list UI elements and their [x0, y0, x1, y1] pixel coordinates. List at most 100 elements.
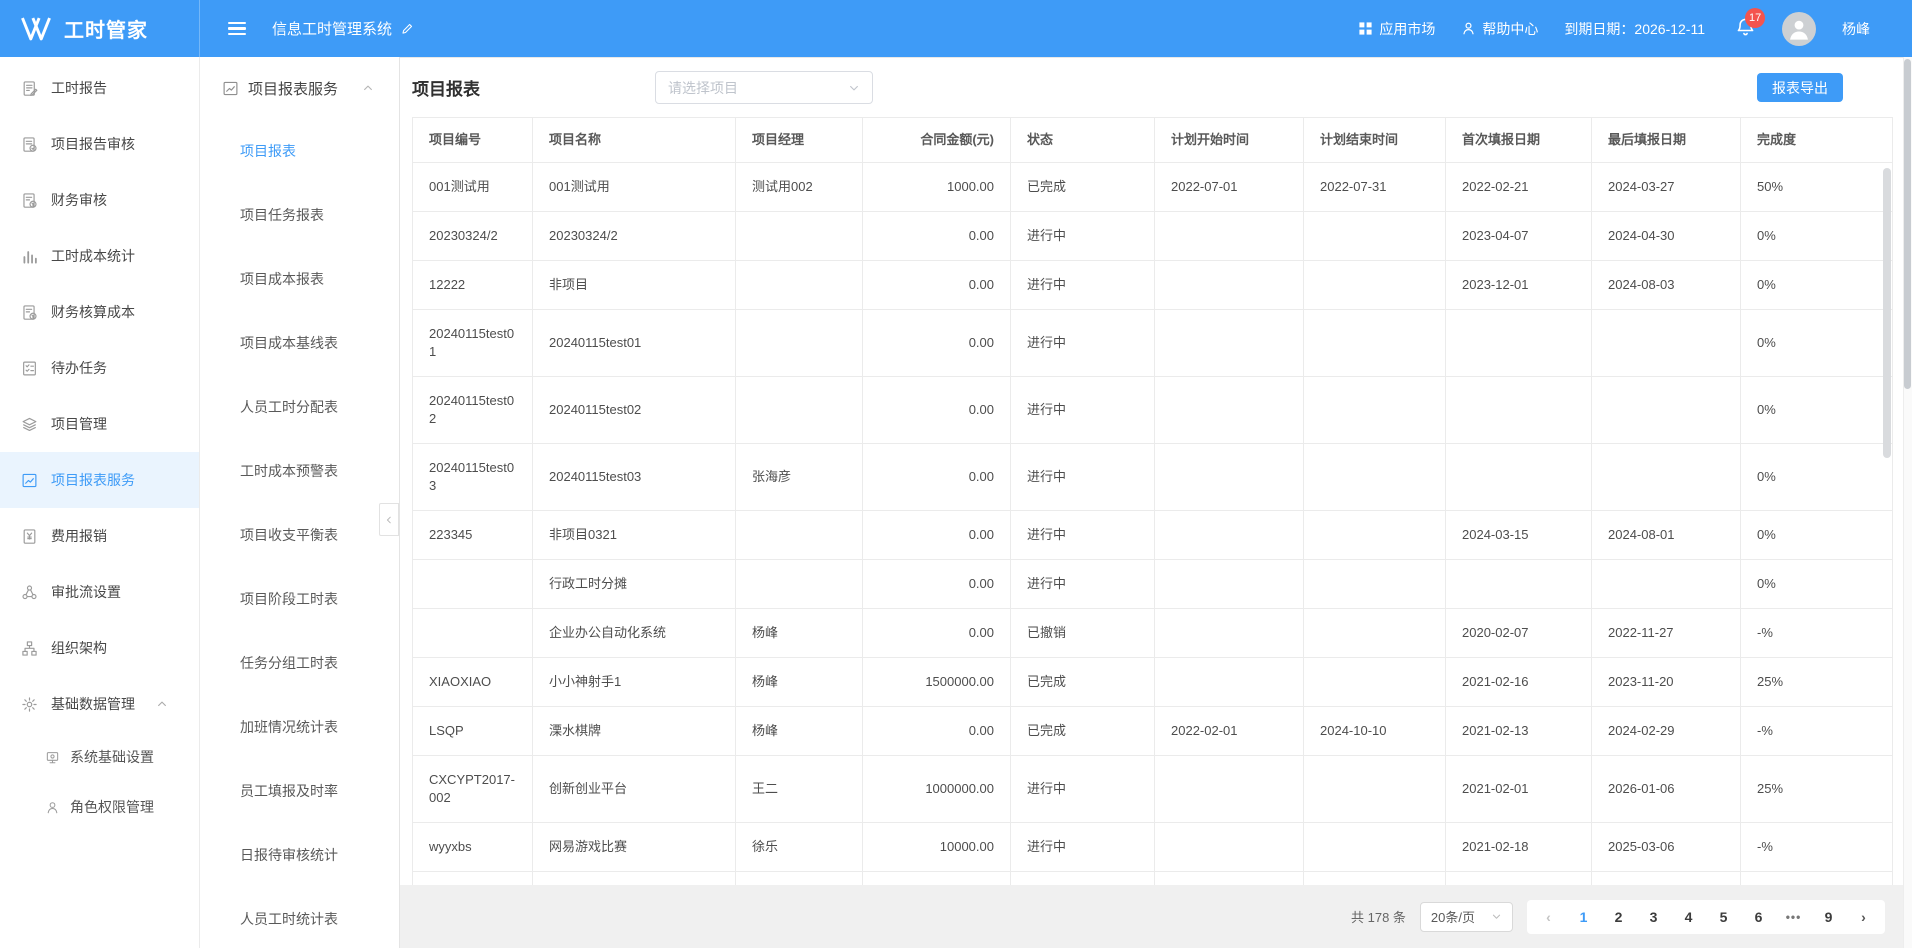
table-cell — [1304, 444, 1446, 511]
submenu-item[interactable]: 项目任务报表 — [200, 183, 399, 247]
table-row[interactable] — [413, 872, 1893, 886]
table-cell: 杨峰 — [736, 658, 863, 707]
pager-ellipsis[interactable]: ••• — [1776, 910, 1811, 924]
sidebar-item-label: 项目报表服务 — [51, 470, 135, 490]
chevron-up-icon — [362, 82, 374, 94]
table-row[interactable]: 行政工时分摊0.00进行中0% — [413, 560, 1893, 609]
sidebar-item-label: 工时成本统计 — [51, 246, 135, 266]
expense-icon — [21, 528, 38, 545]
table-row[interactable]: 223345非项目03210.00进行中2024-03-152024-08-01… — [413, 511, 1893, 560]
table-row[interactable]: 20240115test0320240115test03张海彦0.00进行中0% — [413, 444, 1893, 511]
submenu-item[interactable]: 项目成本基线表 — [200, 311, 399, 375]
submenu-item[interactable]: 日报待审核统计 — [200, 823, 399, 887]
table-row[interactable]: 12222非项目0.00进行中2023-12-012024-08-030% — [413, 261, 1893, 310]
panel-collapse-handle[interactable] — [379, 503, 399, 536]
sidebar-item-org[interactable]: 组织架构 — [0, 620, 199, 676]
submenu-item[interactable]: 项目成本报表 — [200, 247, 399, 311]
submenu-item[interactable]: 员工填报及时率 — [200, 759, 399, 823]
page-scrollbar-thumb[interactable] — [1904, 59, 1911, 389]
project-select[interactable]: 请选择项目 — [655, 71, 873, 104]
pager-next-button[interactable]: › — [1846, 909, 1881, 925]
table-row[interactable]: 20240115test0120240115test010.00进行中0% — [413, 310, 1893, 377]
table-cell: 行政工时分摊 — [533, 560, 736, 609]
pager-page-1[interactable]: 1 — [1566, 909, 1601, 925]
table-cell: 20240115test01 — [413, 310, 533, 377]
sidebar-item-layers[interactable]: 项目管理 — [0, 396, 199, 452]
table-cell: 2021-02-13 — [1446, 707, 1592, 756]
sidebar-item-expense[interactable]: 费用报销 — [0, 508, 199, 564]
sidebar-item-finance-audit[interactable]: 财务审核 — [0, 172, 199, 228]
submenu-item[interactable]: 工时成本预警表 — [200, 439, 399, 503]
page-scrollbar[interactable] — [1903, 57, 1912, 948]
submenu-item[interactable]: 人员工时分配表 — [200, 375, 399, 439]
page-size-select[interactable]: 20条/页 — [1420, 902, 1513, 932]
sidebar-item-finance-cost[interactable]: 财务核算成本 — [0, 284, 199, 340]
monitor-icon — [45, 750, 60, 765]
table-cell: 0.00 — [863, 310, 1011, 377]
pager-prev-button[interactable]: ‹ — [1531, 909, 1566, 925]
table-row[interactable]: 企业办公自动化系统杨峰0.00已撤销2020-02-072022-11-27-% — [413, 609, 1893, 658]
layers-icon — [21, 416, 38, 433]
table-row[interactable]: 001测试用001测试用测试用0021000.00已完成2022-07-0120… — [413, 163, 1893, 212]
table-row[interactable]: XIAOXIAO小小神射手1杨峰1500000.00已完成2021-02-162… — [413, 658, 1893, 707]
table-cell — [1446, 377, 1592, 444]
submenu-item[interactable]: 加班情况统计表 — [200, 695, 399, 759]
sidebar-subitem-role[interactable]: 角色权限管理 — [0, 782, 199, 832]
table-cell — [1155, 609, 1304, 658]
export-report-button[interactable]: 报表导出 — [1757, 73, 1843, 102]
table-cell: 0% — [1741, 261, 1893, 310]
org-icon — [21, 640, 38, 657]
sidebar-item-todo[interactable]: 待办任务 — [0, 340, 199, 396]
column-header: 项目名称 — [533, 118, 736, 163]
submenu-item[interactable]: 人员工时统计表 — [200, 887, 399, 948]
table-cell — [1304, 560, 1446, 609]
submenu-item[interactable]: 项目阶段工时表 — [200, 567, 399, 631]
table-scrollbar-thumb[interactable] — [1883, 168, 1891, 458]
table-row[interactable]: 20230324/220230324/20.00进行中2023-04-07202… — [413, 212, 1893, 261]
pager-page-5[interactable]: 5 — [1706, 909, 1741, 925]
table-cell: XIAOXIAO — [413, 658, 533, 707]
sidebar-item-workflow[interactable]: 审批流设置 — [0, 564, 199, 620]
primary-sidebar: 工时报告项目报告审核财务审核工时成本统计财务核算成本待办任务项目管理项目报表服务… — [0, 57, 200, 948]
table-cell — [1304, 310, 1446, 377]
sidebar-item-bar-chart[interactable]: 工时成本统计 — [0, 228, 199, 284]
role-icon — [45, 800, 60, 815]
pager-page-6[interactable]: 6 — [1741, 909, 1776, 925]
sidebar-item-doc-audit[interactable]: 项目报告审核 — [0, 116, 199, 172]
total-count: 共 178 条 — [1351, 907, 1406, 926]
help-center-link[interactable]: 帮助中心 — [1461, 19, 1538, 39]
sidebar-item-doc-edit[interactable]: 工时报告 — [0, 60, 199, 116]
table-cell — [1155, 511, 1304, 560]
sidebar-item-label: 基础数据管理 — [51, 694, 135, 714]
sidebar-item-report-chart[interactable]: 项目报表服务 — [0, 452, 199, 508]
table-cell: 已完成 — [1011, 707, 1155, 756]
submenu-item[interactable]: 项目收支平衡表 — [200, 503, 399, 567]
notification-bell[interactable]: 17 — [1735, 17, 1756, 41]
pager-page-9[interactable]: 9 — [1811, 909, 1846, 925]
submenu-header[interactable]: 项目报表服务 — [200, 57, 399, 119]
table-cell — [1155, 872, 1304, 886]
edit-pencil-icon[interactable] — [400, 22, 414, 36]
submenu-item[interactable]: 项目报表 — [200, 119, 399, 183]
table-row[interactable]: LSQP溧水棋牌杨峰0.00已完成2022-02-012024-10-10202… — [413, 707, 1893, 756]
pager-page-4[interactable]: 4 — [1671, 909, 1706, 925]
table-cell: 2022-02-01 — [1155, 707, 1304, 756]
table-row[interactable]: 20240115test0220240115test020.00进行中0% — [413, 377, 1893, 444]
table-cell — [1011, 872, 1155, 886]
table-cell: 溧水棋牌 — [533, 707, 736, 756]
column-header: 计划开始时间 — [1155, 118, 1304, 163]
table-row[interactable]: CXCYPT2017-002创新创业平台王二1000000.00进行中2021-… — [413, 756, 1893, 823]
pager-page-2[interactable]: 2 — [1601, 909, 1636, 925]
sidebar-subitem-monitor[interactable]: 系统基础设置 — [0, 732, 199, 782]
table-row[interactable]: wyyxbs网易游戏比赛徐乐10000.00进行中2021-02-182025-… — [413, 823, 1893, 872]
sidebar-item-label: 项目管理 — [51, 414, 107, 434]
page-size-value: 20条/页 — [1431, 907, 1475, 926]
table-cell: 杨峰 — [736, 609, 863, 658]
pager-page-3[interactable]: 3 — [1636, 909, 1671, 925]
avatar[interactable] — [1782, 12, 1816, 46]
table-cell: 0% — [1741, 511, 1893, 560]
sidebar-item-gear[interactable]: 基础数据管理 — [0, 676, 199, 732]
submenu-item[interactable]: 任务分组工时表 — [200, 631, 399, 695]
app-market-link[interactable]: 应用市场 — [1358, 19, 1435, 39]
hamburger-icon[interactable] — [228, 22, 246, 36]
